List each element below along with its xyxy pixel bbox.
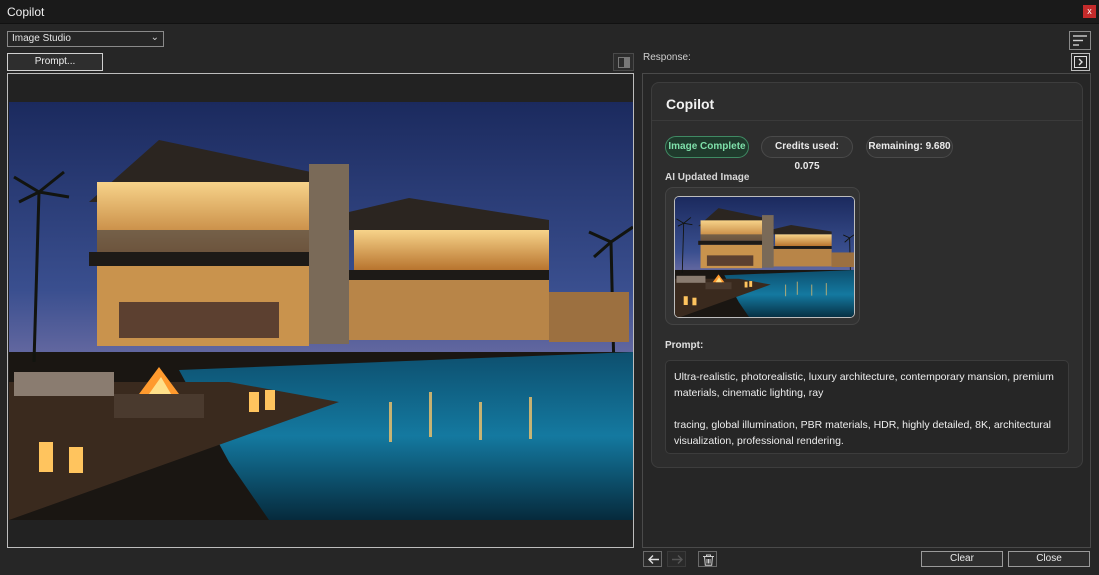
ai-image-thumbnail[interactable] [674,196,855,318]
image-canvas[interactable] [7,73,634,548]
copilot-response-card: Copilot Image Complete Credits used: 0.0… [651,82,1083,468]
status-badge: Image Complete [665,136,749,158]
delete-button[interactable] [698,551,717,567]
response-label: Response: [643,52,691,63]
prompt-text-line-1: Ultra-realistic, photorealistic, luxury … [674,371,1054,399]
collapse-panel-icon [1074,56,1087,68]
clear-button[interactable]: Clear [921,551,1003,567]
generated-image [9,102,633,520]
prompt-text-line-2: tracing, global illumination, PBR materi… [674,419,1052,447]
forward-button[interactable] [667,551,686,567]
remaining-credits-badge: Remaining: 9.680 [866,136,953,158]
trash-icon [703,554,714,566]
prompt-heading: Prompt: [665,340,704,351]
card-title: Copilot [666,96,715,112]
prompt-text-box: Ultra-realistic, photorealistic, luxury … [665,360,1069,454]
split-view-button[interactable] [613,53,634,71]
credits-used-badge: Credits used: 0.075 [761,136,853,172]
mode-select[interactable]: Image Studio ⌄ [7,31,164,47]
collapse-panel-button[interactable] [1071,53,1090,71]
forward-arrow-icon [672,555,683,564]
card-header: Copilot [652,83,1082,121]
close-button[interactable]: Close [1008,551,1090,567]
prompt-button[interactable]: Prompt... [7,53,103,71]
copilot-window: Copilot x Image Studio ⌄ Prompt... Respo… [0,0,1099,575]
close-icon[interactable]: x [1083,5,1096,18]
back-arrow-icon [648,555,659,564]
window-title: Copilot [7,5,45,19]
back-button[interactable] [643,551,662,567]
mode-select-value: Image Studio [12,33,71,44]
chevron-down-icon: ⌄ [150,32,159,43]
sort-lines-icon [1073,35,1087,46]
thumbnail-image [675,197,855,318]
title-bar: Copilot x [0,0,1099,24]
ai-image-thumbnail-frame [665,187,860,325]
ai-image-heading: AI Updated Image [665,172,750,183]
split-view-icon [618,57,630,68]
sort-button[interactable] [1069,31,1091,50]
